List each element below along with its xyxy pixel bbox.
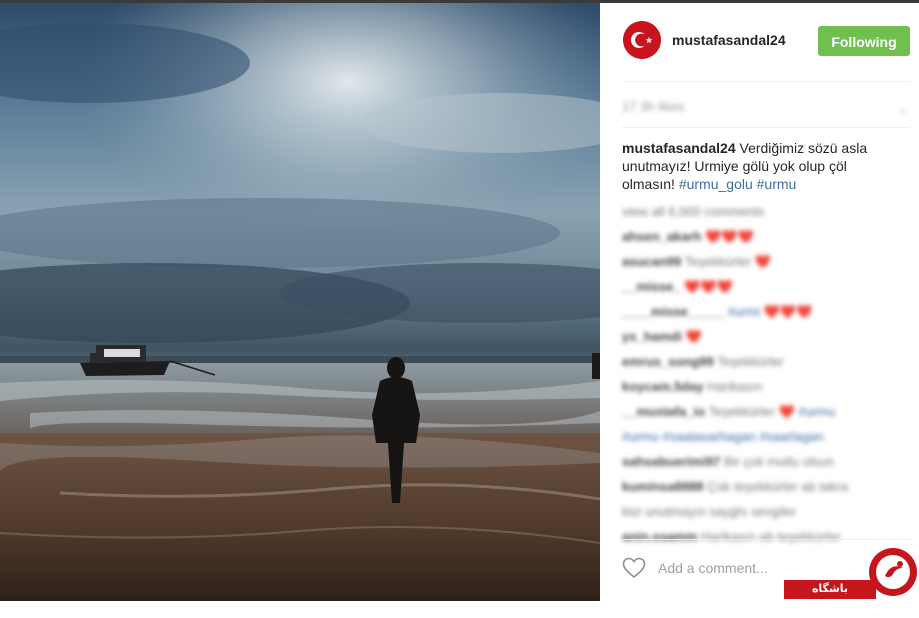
heart-outline-icon[interactable]: [622, 557, 646, 579]
following-button[interactable]: Following: [818, 26, 910, 56]
view-all-comments-link[interactable]: view all 6,000 comments: [622, 199, 897, 224]
turkish-flag-icon: [623, 21, 661, 59]
list-item: #urmu #saatasarhagan #saarlagan: [622, 429, 824, 444]
lake-shore-photo: [0, 3, 600, 601]
caption-username[interactable]: mustafasandal24: [622, 140, 736, 156]
hashtag-urmu-golu[interactable]: #urmu_golu: [679, 176, 753, 192]
add-comment-input[interactable]: [656, 555, 860, 581]
post-username[interactable]: mustafasandal24: [672, 32, 786, 48]
post-time-ago: 17 3h likes: [622, 99, 685, 114]
hashtag-urmu[interactable]: #urmu: [757, 176, 797, 192]
list-item: kuminsa8888 Çok teşekkürler ab takra: [622, 479, 849, 494]
header-divider: [622, 81, 910, 82]
list-item: bizi unutmayın sayghı sevgiler: [622, 504, 797, 519]
post-side-panel: mustafasandal24 Following 17 3h likes ⌄ …: [600, 3, 919, 601]
comment-divider: [622, 539, 910, 540]
list-item: koycam.5day Harikasın: [622, 379, 763, 394]
list-item: ys_hamdi ❤️: [622, 329, 702, 344]
chevron-down-icon[interactable]: ⌄: [897, 100, 909, 117]
post-photo[interactable]: [0, 3, 600, 601]
list-item: __mustafa_io Teşekkürler ❤️ #urmu: [622, 404, 836, 419]
post-header: mustafasandal24 Following: [600, 3, 919, 81]
meta-divider: [622, 127, 910, 128]
watermark-banner: باشگاه خبرنگاران: [784, 580, 876, 614]
list-item: __misse_ ❤️❤️❤️: [622, 279, 733, 294]
list-item: ahsen_akarh ❤️❤️❤️: [622, 229, 754, 244]
list-item: sahsabuerimi97 Bir çok mutlu olsun: [622, 454, 834, 469]
list-item: emrus_song99 Teşekkürler: [622, 354, 784, 369]
list-item: ____misse_____ #urmi ❤️❤️❤️: [622, 304, 813, 319]
avatar[interactable]: [623, 21, 661, 59]
post-caption: mustafasandal24 Verdiğimiz sözü asla unu…: [622, 139, 897, 193]
comment-list: view all 6,000 comments ahsen_akarh ❤️❤️…: [622, 199, 897, 549]
list-item: asucan99 Teşekkürler ❤️: [622, 254, 771, 269]
